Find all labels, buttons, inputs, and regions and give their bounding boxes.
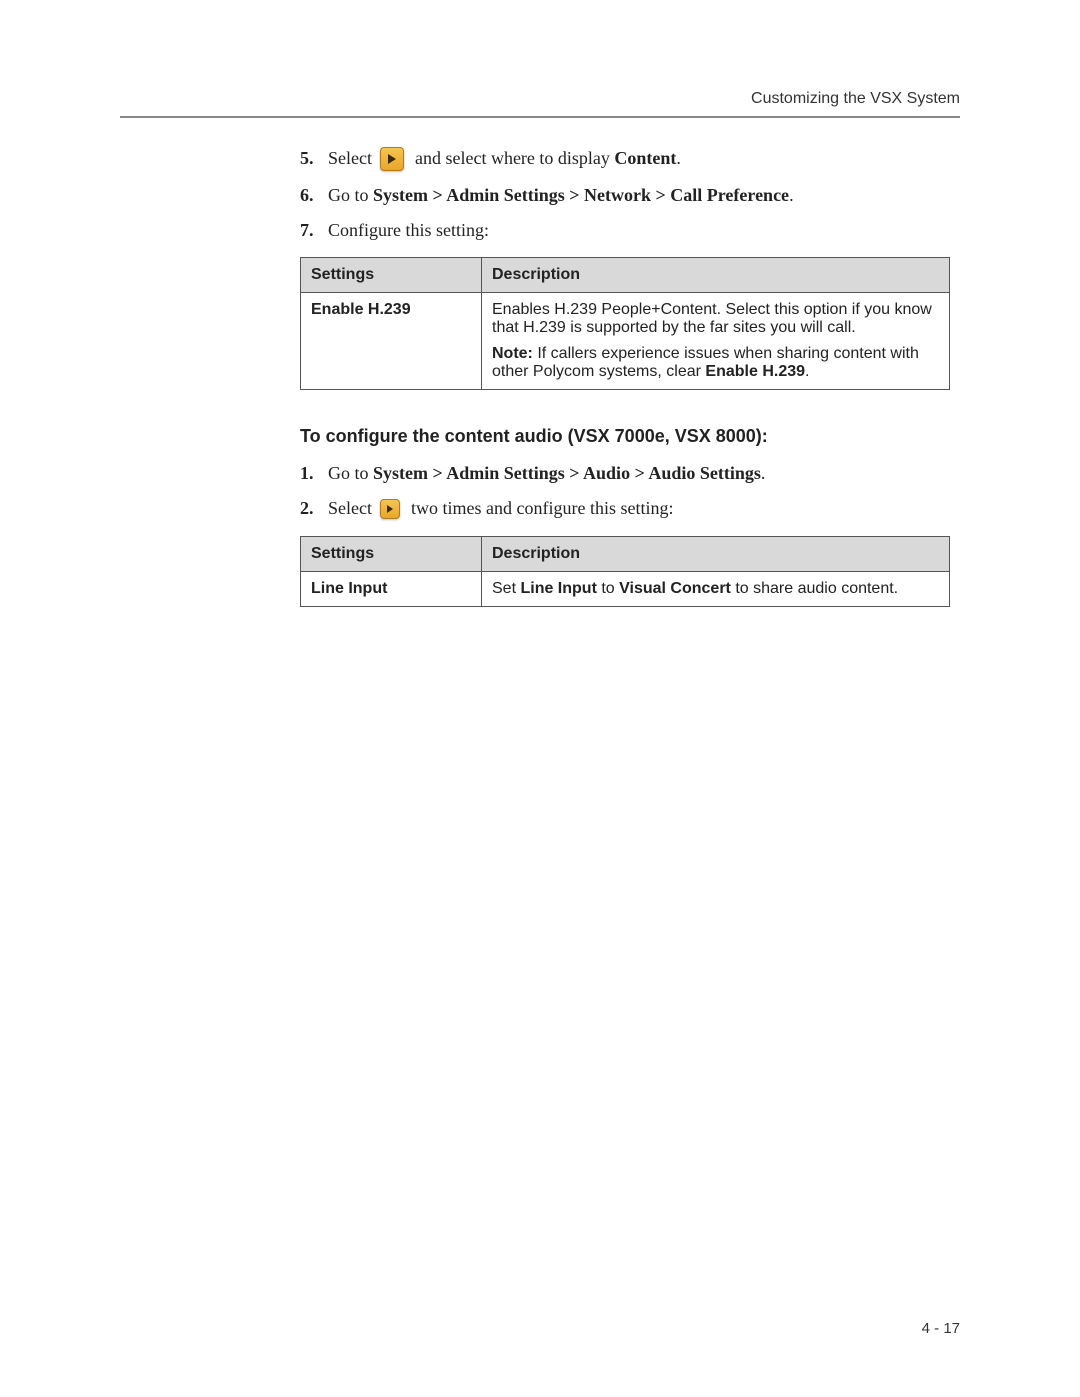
- header-rule: [120, 116, 960, 118]
- step-6-bold: System > Admin Settings > Network > Call…: [373, 185, 789, 205]
- step-b1-number: 1.: [300, 461, 328, 486]
- step-7: 7. Configure this setting:: [300, 218, 950, 243]
- step-5-body: Select and select where to display Conte…: [328, 146, 950, 173]
- step-6-pre: Go to: [328, 185, 373, 205]
- step-5: 5. Select and select where to display Co…: [300, 146, 950, 173]
- desc-b2: Visual Concert: [619, 580, 731, 597]
- th-description: Description: [482, 536, 950, 571]
- step-6-number: 6.: [300, 183, 328, 208]
- running-header: Customizing the VSX System: [120, 90, 960, 108]
- note-bold: Enable H.239: [705, 363, 805, 380]
- step-5-post-suffix: .: [676, 148, 681, 168]
- desc-pre: Set: [492, 580, 520, 597]
- step-7-number: 7.: [300, 218, 328, 243]
- step-b2-pre: Select: [328, 498, 376, 518]
- note-label: Note:: [492, 345, 533, 362]
- step-5-post-pre: and select where to display: [415, 148, 614, 168]
- step-6-post: .: [789, 185, 794, 205]
- page: Customizing the VSX System 5. Select and…: [0, 0, 1080, 1397]
- td-description: Enables H.239 People+Content. Select thi…: [482, 293, 950, 390]
- step-6-body: Go to System > Admin Settings > Network …: [328, 183, 950, 208]
- step-b1-pre: Go to: [328, 463, 373, 483]
- step-b1-post: .: [761, 463, 766, 483]
- table-header-row: Settings Description: [301, 536, 950, 571]
- section-b-title: To configure the content audio (VSX 7000…: [300, 426, 950, 447]
- next-arrow-icon: [380, 499, 400, 519]
- step-5-post-bold: Content: [614, 148, 676, 168]
- step-b1: 1. Go to System > Admin Settings > Audio…: [300, 461, 950, 486]
- td-desc-p1: Enables H.239 People+Content. Select thi…: [492, 301, 939, 337]
- table-row: Enable H.239 Enables H.239 People+Conten…: [301, 293, 950, 390]
- desc-post: to share audio content.: [731, 580, 898, 597]
- td-setting-name: Enable H.239: [301, 293, 482, 390]
- step-5-number: 5.: [300, 146, 328, 171]
- td-setting-bold: Enable H.239: [311, 301, 411, 318]
- td-setting-name: Line Input: [301, 571, 482, 606]
- step-b2: 2. Select two times and configure this s…: [300, 496, 950, 521]
- table-enable-h239: Settings Description Enable H.239 Enable…: [300, 257, 950, 390]
- th-settings: Settings: [301, 536, 482, 571]
- desc-b1: Line Input: [520, 580, 596, 597]
- th-settings: Settings: [301, 258, 482, 293]
- step-6: 6. Go to System > Admin Settings > Netwo…: [300, 183, 950, 208]
- step-b2-body: Select two times and configure this sett…: [328, 496, 950, 521]
- step-7-body: Configure this setting:: [328, 218, 950, 243]
- step-b2-post: two times and configure this setting:: [411, 498, 673, 518]
- td-desc-note: Note: If callers experience issues when …: [492, 345, 939, 381]
- body-content: 5. Select and select where to display Co…: [300, 146, 950, 607]
- table-row: Line Input Set Line Input to Visual Conc…: [301, 571, 950, 606]
- td-setting-bold: Line Input: [311, 580, 387, 597]
- table-header-row: Settings Description: [301, 258, 950, 293]
- th-description: Description: [482, 258, 950, 293]
- next-arrow-icon: [380, 147, 404, 171]
- step-b2-number: 2.: [300, 496, 328, 521]
- step-b1-bold: System > Admin Settings > Audio > Audio …: [373, 463, 761, 483]
- note-suffix: .: [805, 363, 809, 380]
- desc-mid: to: [597, 580, 619, 597]
- page-number: 4 - 17: [922, 1320, 960, 1337]
- step-b1-body: Go to System > Admin Settings > Audio > …: [328, 461, 950, 486]
- step-5-pre: Select: [328, 148, 376, 168]
- table-line-input: Settings Description Line Input Set Line…: [300, 536, 950, 607]
- td-description: Set Line Input to Visual Concert to shar…: [482, 571, 950, 606]
